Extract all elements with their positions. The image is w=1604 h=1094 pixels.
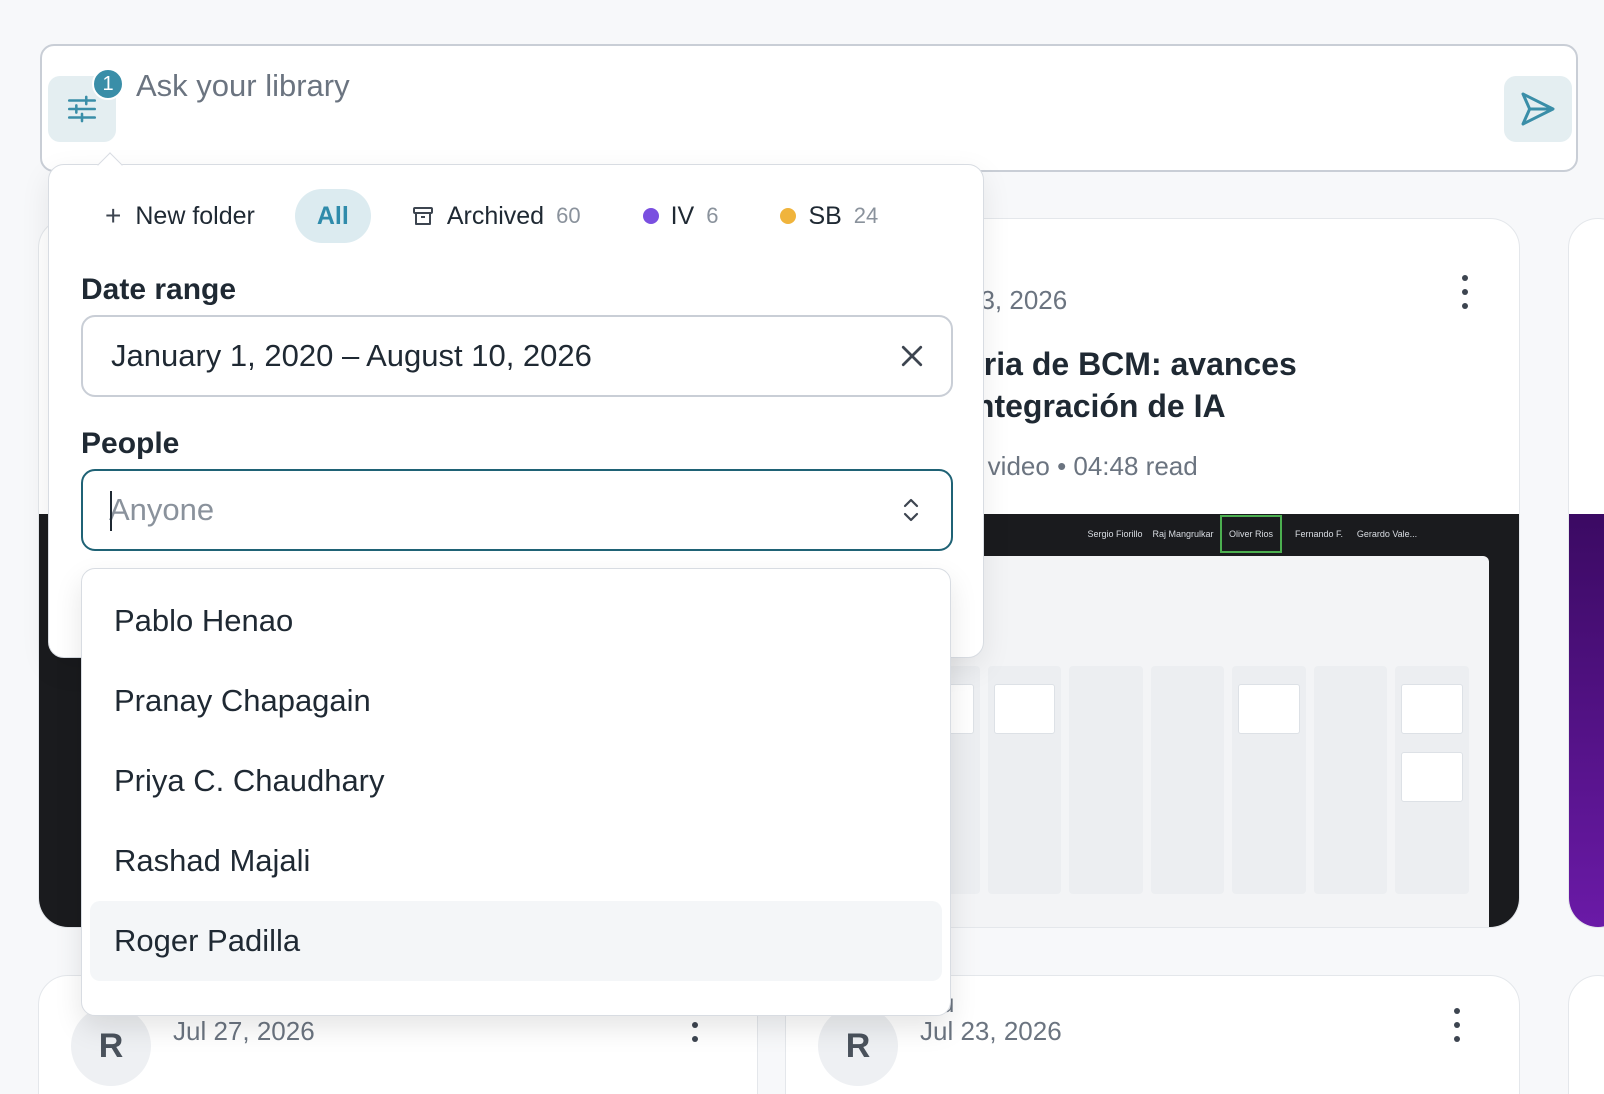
card-title[interactable]: aria de BCM: avances integración de IA bbox=[966, 343, 1506, 427]
card-date: Jul 23, 2026 bbox=[920, 1016, 1062, 1046]
chip-count: 24 bbox=[853, 203, 879, 228]
chip-label: IV bbox=[670, 201, 695, 230]
chip-sb[interactable]: SB 24 bbox=[758, 189, 900, 243]
participant-tile: Fernando F. bbox=[1294, 529, 1344, 539]
people-combobox[interactable] bbox=[81, 469, 953, 551]
people-option[interactable]: Priya C. Chaudhary bbox=[90, 741, 942, 821]
avatar: R bbox=[71, 1006, 151, 1086]
kanban-board bbox=[906, 666, 1470, 894]
send-button[interactable] bbox=[1504, 76, 1572, 142]
date-range-value: January 1, 2020 – August 10, 2026 bbox=[111, 338, 592, 373]
library-card[interactable] bbox=[1568, 975, 1604, 1094]
plus-icon: + bbox=[105, 200, 122, 231]
participant-tile: Oliver Rios bbox=[1220, 515, 1282, 553]
archive-icon bbox=[411, 204, 435, 228]
card-meta: 0 video • 04:48 read bbox=[966, 451, 1198, 481]
chip-label: Archived bbox=[446, 201, 545, 230]
participant-tile: Sergio Fiorillo bbox=[1087, 529, 1143, 539]
card-title-line: aria de BCM: avances bbox=[966, 346, 1297, 382]
more-options-icon[interactable] bbox=[1459, 275, 1471, 309]
more-options-icon[interactable] bbox=[1451, 1008, 1463, 1042]
folder-color-dot bbox=[642, 208, 659, 224]
people-option[interactable]: Rashad Majali bbox=[90, 821, 942, 901]
chip-label: SB bbox=[808, 201, 842, 230]
text-cursor bbox=[110, 491, 112, 531]
chevron-up-down-icon[interactable] bbox=[899, 495, 923, 530]
new-folder-label: New folder bbox=[135, 201, 255, 230]
chip-count: 60 bbox=[556, 203, 581, 228]
sliders-icon bbox=[67, 95, 97, 123]
new-folder-button[interactable]: + New folder bbox=[105, 189, 277, 243]
people-listbox: Pablo Henao Pranay Chapagain Priya C. Ch… bbox=[81, 568, 951, 1016]
date-range-field[interactable]: January 1, 2020 – August 10, 2026 bbox=[81, 315, 953, 397]
chip-iv[interactable]: IV 6 bbox=[621, 189, 741, 243]
filter-count-badge: 1 bbox=[92, 68, 124, 100]
avatar: R bbox=[818, 1006, 898, 1086]
participant-tile: Raj Mangrulkar bbox=[1152, 529, 1214, 539]
close-icon[interactable] bbox=[897, 341, 927, 376]
library-card[interactable] bbox=[1568, 218, 1604, 928]
card-date: Jul 27, 2026 bbox=[173, 1016, 315, 1046]
ask-bar: 1 bbox=[40, 44, 1578, 172]
people-option[interactable]: Roger Padilla bbox=[90, 901, 942, 981]
people-label: People bbox=[81, 427, 180, 460]
people-input[interactable] bbox=[109, 487, 869, 533]
video-thumbnail[interactable] bbox=[1569, 514, 1604, 927]
send-icon bbox=[1521, 92, 1555, 126]
folder-color-dot bbox=[780, 208, 797, 224]
date-range-label: Date range bbox=[81, 273, 237, 306]
folder-chips: + New folder All Archived 60 IV 6 SB 24 bbox=[105, 189, 918, 243]
chip-archived[interactable]: Archived 60 bbox=[389, 189, 603, 243]
ask-input[interactable] bbox=[136, 64, 1436, 108]
participant-tile: Gerardo Vale... bbox=[1356, 529, 1418, 539]
chip-count: 6 bbox=[706, 203, 719, 228]
card-title-line: integración de IA bbox=[966, 388, 1226, 424]
people-option[interactable]: Pranay Chapagain bbox=[90, 661, 942, 741]
chip-all[interactable]: All bbox=[294, 189, 371, 243]
people-option[interactable]: Pablo Henao bbox=[90, 581, 942, 661]
chip-label: All bbox=[316, 201, 349, 230]
